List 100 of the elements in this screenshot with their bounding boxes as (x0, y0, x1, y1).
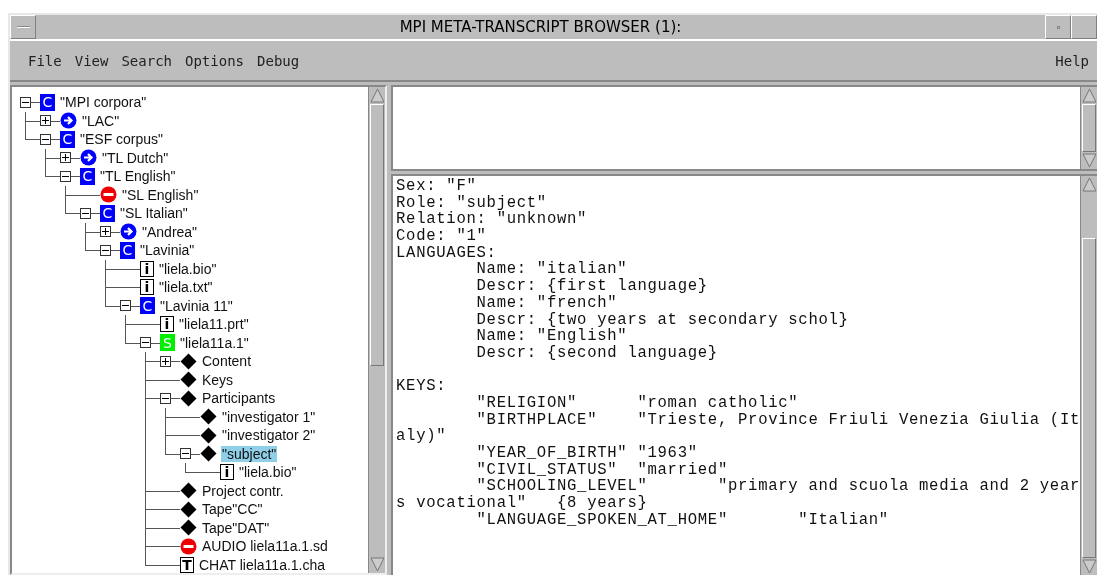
menu-item[interactable]: Help (1055, 52, 1089, 69)
expand-toggle[interactable] (100, 226, 111, 238)
document-icon: i (140, 279, 154, 296)
tree-item[interactable]: Content (201, 353, 253, 370)
arrow-circle-icon (60, 112, 77, 130)
window-title: MPI META-TRANSCRIPT BROWSER (1): (398, 17, 683, 38)
diamond-icon (180, 389, 197, 407)
tree-item[interactable]: CHAT liela11a.1.cha (198, 556, 327, 573)
diamond-icon (180, 500, 197, 518)
text-line: Role: "subject" (396, 194, 547, 212)
scrollbar[interactable] (1080, 87, 1097, 169)
text-line: Name: "italian" (475, 261, 628, 279)
tree-item[interactable]: "TL English" (99, 168, 177, 185)
tree-item[interactable]: Participants (201, 390, 277, 407)
expand-toggle[interactable] (40, 115, 51, 127)
minimize-button[interactable] (1045, 15, 1071, 39)
expand-toggle[interactable] (60, 152, 71, 164)
text-line: Code: "1" (396, 228, 488, 245)
tree-item[interactable]: "liela.txt" (158, 279, 214, 296)
corpus-icon: C (140, 297, 155, 315)
text-line: Descr: {first language} (475, 278, 709, 295)
expand-toggle[interactable] (160, 355, 171, 367)
tree-item[interactable]: "MPI corpora" (59, 94, 148, 111)
menu-item[interactable]: Search (121, 52, 172, 69)
text-line: "LANGUAGE_SPOKEN_AT_HOME" "Italian" (475, 511, 890, 529)
collapse-toggle[interactable] (40, 133, 51, 145)
corpus-icon: C (40, 93, 55, 111)
text-line: "BIRTHPLACE" "Trieste, Province Friuli Venezia Giulia (It (475, 411, 1080, 429)
tree-item[interactable]: "Andrea" (141, 223, 199, 240)
text-line: Name: "french" (475, 294, 619, 312)
window-menu-button[interactable] (10, 15, 36, 39)
arrow-circle-icon (120, 223, 137, 241)
menu-item[interactable]: Debug (257, 52, 300, 69)
corpus-icon: C (80, 167, 95, 185)
tree-item[interactable]: "subject" (221, 445, 278, 462)
tree-item[interactable]: "SL Italian" (119, 205, 189, 222)
collapse-toggle[interactable] (20, 96, 31, 108)
session-icon: S (160, 334, 175, 352)
document-icon: i (140, 260, 154, 277)
tree-item[interactable]: "investigator 1" (221, 408, 317, 425)
document-icon: T (180, 556, 194, 573)
stop-icon (100, 186, 117, 204)
text-line: KEYS: (396, 378, 448, 395)
diamond-icon (200, 408, 217, 426)
scroll-thumb[interactable] (1082, 104, 1096, 152)
text-line: Descr: {two years at secondary schol} (475, 311, 850, 329)
collapse-toggle[interactable] (100, 244, 111, 256)
collapse-toggle[interactable] (140, 337, 151, 349)
tree-item[interactable]: "ESF corpus" (79, 131, 165, 148)
text-line: Relation: "unknown" (396, 211, 589, 229)
diamond-icon (180, 519, 197, 537)
text-line: s vocational" {8 years} (396, 495, 648, 512)
tree-item[interactable]: Keys (201, 371, 235, 388)
tree-item[interactable]: "liela.bio" (238, 464, 298, 481)
collapse-toggle[interactable] (80, 207, 91, 219)
scrollbar[interactable] (1080, 176, 1097, 575)
tree-item[interactable]: "Lavinia 11" (159, 297, 234, 314)
scrollbar[interactable] (368, 87, 386, 573)
corpus-icon: C (100, 204, 115, 222)
tree-item[interactable]: "liela.bio" (158, 260, 218, 277)
collapse-toggle[interactable] (60, 170, 71, 182)
diamond-icon (180, 352, 197, 370)
text-line: "SCHOOLING_LEVEL" "primary and scuola media and 2 year (476, 478, 1080, 496)
tree-item[interactable]: "Lavinia" (139, 242, 196, 259)
text-line: Name: "English" (475, 328, 629, 345)
corpus-icon: C (120, 241, 135, 259)
collapse-toggle[interactable] (180, 448, 191, 460)
scroll-thumb[interactable] (1082, 237, 1096, 558)
text-line: "RELIGION" "roman catholic" (475, 394, 800, 412)
maximize-button[interactable] (1071, 15, 1097, 39)
tree-item[interactable]: "TL Dutch" (101, 149, 170, 166)
tree-item[interactable]: "SL English" (121, 186, 200, 203)
scroll-down-icon[interactable] (369, 556, 387, 573)
diamond-icon (180, 371, 197, 389)
tree-item[interactable]: Tape"CC" (201, 501, 264, 518)
collapse-toggle[interactable] (160, 392, 171, 404)
text-line: "CIVIL_STATUS" "married" (475, 461, 728, 479)
stop-icon (180, 537, 197, 555)
arrow-circle-icon (80, 149, 97, 167)
diamond-icon (180, 482, 197, 500)
text-line: Descr: {second language} (475, 344, 719, 362)
text-line: aly)" (396, 428, 448, 445)
diamond-icon (200, 426, 217, 444)
tree-item[interactable]: "liela11.prt" (178, 316, 250, 333)
menu-item[interactable]: File (28, 52, 62, 69)
text-line: "YEAR_OF_BIRTH" "1963" (475, 445, 699, 462)
tree-item[interactable]: AUDIO liela11a.1.sd (201, 538, 329, 555)
tree-item[interactable]: "investigator 2" (221, 427, 317, 444)
scroll-thumb[interactable] (370, 104, 385, 367)
menu-item[interactable]: View (74, 52, 109, 69)
tree-item[interactable]: "liela11a.1" (179, 334, 250, 351)
collapse-toggle[interactable] (120, 300, 131, 312)
tree-item[interactable]: Project contr. (201, 482, 285, 499)
tree-item[interactable]: "LAC" (81, 112, 121, 129)
text-line: Sex: "F" (396, 178, 478, 195)
document-icon: i (220, 464, 234, 481)
document-icon: i (160, 316, 174, 333)
menu-item[interactable]: Options (185, 52, 245, 69)
tree-item[interactable]: Tape"DAT" (201, 519, 271, 536)
diamond-icon (200, 445, 217, 463)
